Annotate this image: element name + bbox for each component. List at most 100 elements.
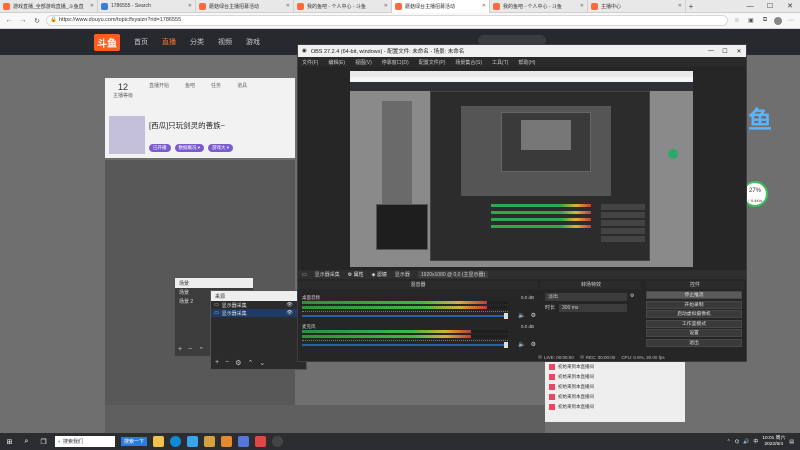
browser-tab[interactable]: 主播中心 ✕ bbox=[588, 0, 686, 13]
browser-tab[interactable]: 1786555 - Search ✕ bbox=[98, 0, 196, 13]
favorites-icon[interactable]: ☆ bbox=[732, 17, 742, 24]
close-tab-icon[interactable]: ✕ bbox=[90, 3, 94, 9]
nav-item-game[interactable]: 游戏 bbox=[246, 37, 260, 47]
obs-menu-item[interactable]: 场景集合(S) bbox=[455, 59, 482, 66]
source-item[interactable]: ▭ 显示器采集 👁🔒 bbox=[211, 309, 306, 317]
obs-menu-item[interactable]: 配置文件(P) bbox=[419, 59, 446, 66]
obs-menu-item[interactable]: 帮助(H) bbox=[518, 59, 535, 66]
side-banner-icon[interactable]: 鱼 bbox=[748, 100, 788, 155]
close-tab-icon[interactable]: ✕ bbox=[580, 3, 584, 9]
profile-avatar[interactable] bbox=[774, 16, 782, 25]
add-source-icon[interactable]: + bbox=[215, 359, 219, 367]
volume-slider[interactable] bbox=[302, 313, 508, 319]
close-tab-icon[interactable]: ✕ bbox=[482, 3, 486, 9]
slider-handle[interactable] bbox=[504, 313, 508, 319]
gear-icon[interactable]: ⚙ bbox=[630, 293, 634, 299]
room-stat[interactable]: 鱼吧 bbox=[185, 82, 195, 99]
browser-tab[interactable]: 蘑菇绿台主播招募活动 ✕ bbox=[392, 0, 490, 13]
transition-select[interactable]: 淡出 bbox=[545, 293, 627, 301]
close-tab-icon[interactable]: ✕ bbox=[188, 3, 192, 9]
close-tab-icon[interactable]: ✕ bbox=[384, 3, 388, 9]
control-button[interactable]: 开始录制 bbox=[646, 300, 742, 309]
collections-icon[interactable]: ▣ bbox=[746, 17, 756, 24]
control-button[interactable]: 停止推流 bbox=[646, 291, 742, 299]
game-app-icon[interactable] bbox=[204, 436, 216, 447]
nav-item-category[interactable]: 分类 bbox=[190, 37, 204, 47]
obs-maximize-button[interactable]: ☐ bbox=[718, 48, 732, 55]
room-stat[interactable]: 道具 bbox=[237, 82, 247, 99]
back-icon[interactable]: ← bbox=[4, 17, 14, 24]
room-stat[interactable]: 12 主播等级 bbox=[113, 82, 133, 99]
browser-tab[interactable]: 游戏直播_全部游戏直播_斗鱼直 ✕ bbox=[0, 0, 98, 13]
browser-tab[interactable]: 我的鱼吧 - 个人中心 - 斗鱼 ✕ bbox=[490, 0, 588, 13]
speaker-icon[interactable]: 🔈 bbox=[518, 312, 525, 319]
room-tag[interactable]: 数据概况 ▾ bbox=[174, 144, 205, 152]
remove-source-icon[interactable]: − bbox=[225, 359, 229, 367]
edge-icon[interactable] bbox=[170, 436, 182, 447]
source-item[interactable]: ▭ 显示器采集 👁🔒 bbox=[211, 301, 306, 309]
new-tab-icon[interactable]: + bbox=[686, 2, 696, 11]
close-window-button[interactable]: ✕ bbox=[780, 0, 800, 13]
file-explorer-icon[interactable] bbox=[153, 436, 165, 447]
speaker-icon[interactable]: 🔈 bbox=[518, 341, 525, 348]
tray-expand-icon[interactable]: ⌃ bbox=[727, 439, 731, 445]
maximize-button[interactable]: ☐ bbox=[760, 0, 780, 13]
obs-menu-item[interactable]: 编辑(E) bbox=[328, 59, 345, 66]
network-icon[interactable]: ⌬ bbox=[735, 439, 739, 445]
input-language[interactable]: 中 bbox=[753, 438, 758, 445]
close-tab-icon[interactable]: ✕ bbox=[286, 3, 290, 9]
room-stat[interactable]: 直播开始 bbox=[149, 82, 169, 99]
room-tag[interactable]: 游戏大 ▾ bbox=[208, 144, 234, 152]
windows-start-icon[interactable]: ⊞ bbox=[4, 436, 15, 447]
properties-button[interactable]: ⚙ 属性 bbox=[348, 271, 364, 278]
obs-minimize-button[interactable]: — bbox=[704, 48, 718, 55]
taskbar-search-input[interactable]: ◐ 搜索我们 bbox=[55, 436, 115, 447]
obs-menu-item[interactable]: 停靠窗口(D) bbox=[382, 59, 409, 66]
task-view-icon[interactable]: ❐ bbox=[38, 436, 49, 447]
address-bar[interactable]: 🔒 https://www.douyu.com/topic/fxyaizn?ri… bbox=[46, 15, 728, 26]
gear-icon[interactable]: ⚙ bbox=[531, 312, 536, 319]
filters-button[interactable]: ◈ 滤镜 bbox=[372, 271, 387, 278]
scene-up-icon[interactable]: ⌃ bbox=[198, 346, 204, 354]
duration-input[interactable]: 300 ms bbox=[559, 304, 628, 312]
close-tab-icon[interactable]: ✕ bbox=[678, 3, 682, 9]
display-select[interactable]: 1920x1080 @ 0,0 (主显示器) bbox=[417, 271, 489, 278]
store-icon[interactable] bbox=[187, 436, 199, 447]
room-stat[interactable]: 任务 bbox=[211, 82, 221, 99]
notification-icon[interactable]: ▤ bbox=[789, 439, 794, 445]
visibility-icon[interactable]: 👁 bbox=[286, 302, 292, 308]
forward-icon[interactable]: → bbox=[18, 17, 28, 24]
taskbar-search-button[interactable]: 搜索一下 bbox=[121, 437, 148, 446]
search-icon[interactable]: ⌕ bbox=[21, 436, 32, 447]
more-icon[interactable]: ⋯ bbox=[786, 17, 796, 24]
minimize-button[interactable]: — bbox=[740, 0, 760, 13]
streamer-avatar[interactable] bbox=[109, 116, 145, 154]
chat-app-icon[interactable] bbox=[238, 436, 250, 447]
control-button[interactable]: 设置 bbox=[646, 329, 742, 338]
volume-slider[interactable] bbox=[302, 342, 508, 348]
orange-app-icon[interactable] bbox=[221, 436, 233, 447]
gear-icon[interactable]: ⚙ bbox=[531, 341, 536, 348]
control-button[interactable]: 启动虚拟摄像机 bbox=[646, 310, 742, 319]
clock[interactable]: 10:01 周六 2022/6/4 bbox=[762, 436, 785, 448]
browser-tab[interactable]: 蘑菇绿台主播招募活动 ✕ bbox=[196, 0, 294, 13]
source-up-icon[interactable]: ⌃ bbox=[247, 359, 253, 367]
obs-menu-item[interactable]: 工具(T) bbox=[492, 59, 508, 66]
source-down-icon[interactable]: ⌄ bbox=[259, 359, 265, 367]
volume-icon[interactable]: 🔊 bbox=[743, 439, 749, 445]
nav-item-video[interactable]: 视频 bbox=[218, 37, 232, 47]
extensions-icon[interactable]: ⧉ bbox=[760, 17, 770, 24]
remove-scene-icon[interactable]: − bbox=[188, 346, 192, 354]
add-scene-icon[interactable]: + bbox=[178, 346, 182, 354]
floating-scroll-icon[interactable] bbox=[668, 149, 678, 159]
site-logo[interactable]: 斗鱼 bbox=[94, 33, 120, 51]
obs-preview[interactable] bbox=[350, 71, 693, 267]
gear-icon[interactable]: ⚙ bbox=[235, 359, 241, 367]
control-button[interactable]: 工作室模式 bbox=[646, 319, 742, 328]
visibility-icon[interactable]: 👁 bbox=[286, 310, 292, 316]
control-button[interactable]: 退出 bbox=[646, 338, 742, 347]
douyu-app-icon[interactable] bbox=[255, 436, 267, 447]
browser-tab[interactable]: 我的鱼吧 - 个人中心 - 斗鱼 ✕ bbox=[294, 0, 392, 13]
nav-item-home[interactable]: 首页 bbox=[134, 37, 148, 47]
room-tag[interactable]: 已开播 bbox=[149, 144, 171, 152]
